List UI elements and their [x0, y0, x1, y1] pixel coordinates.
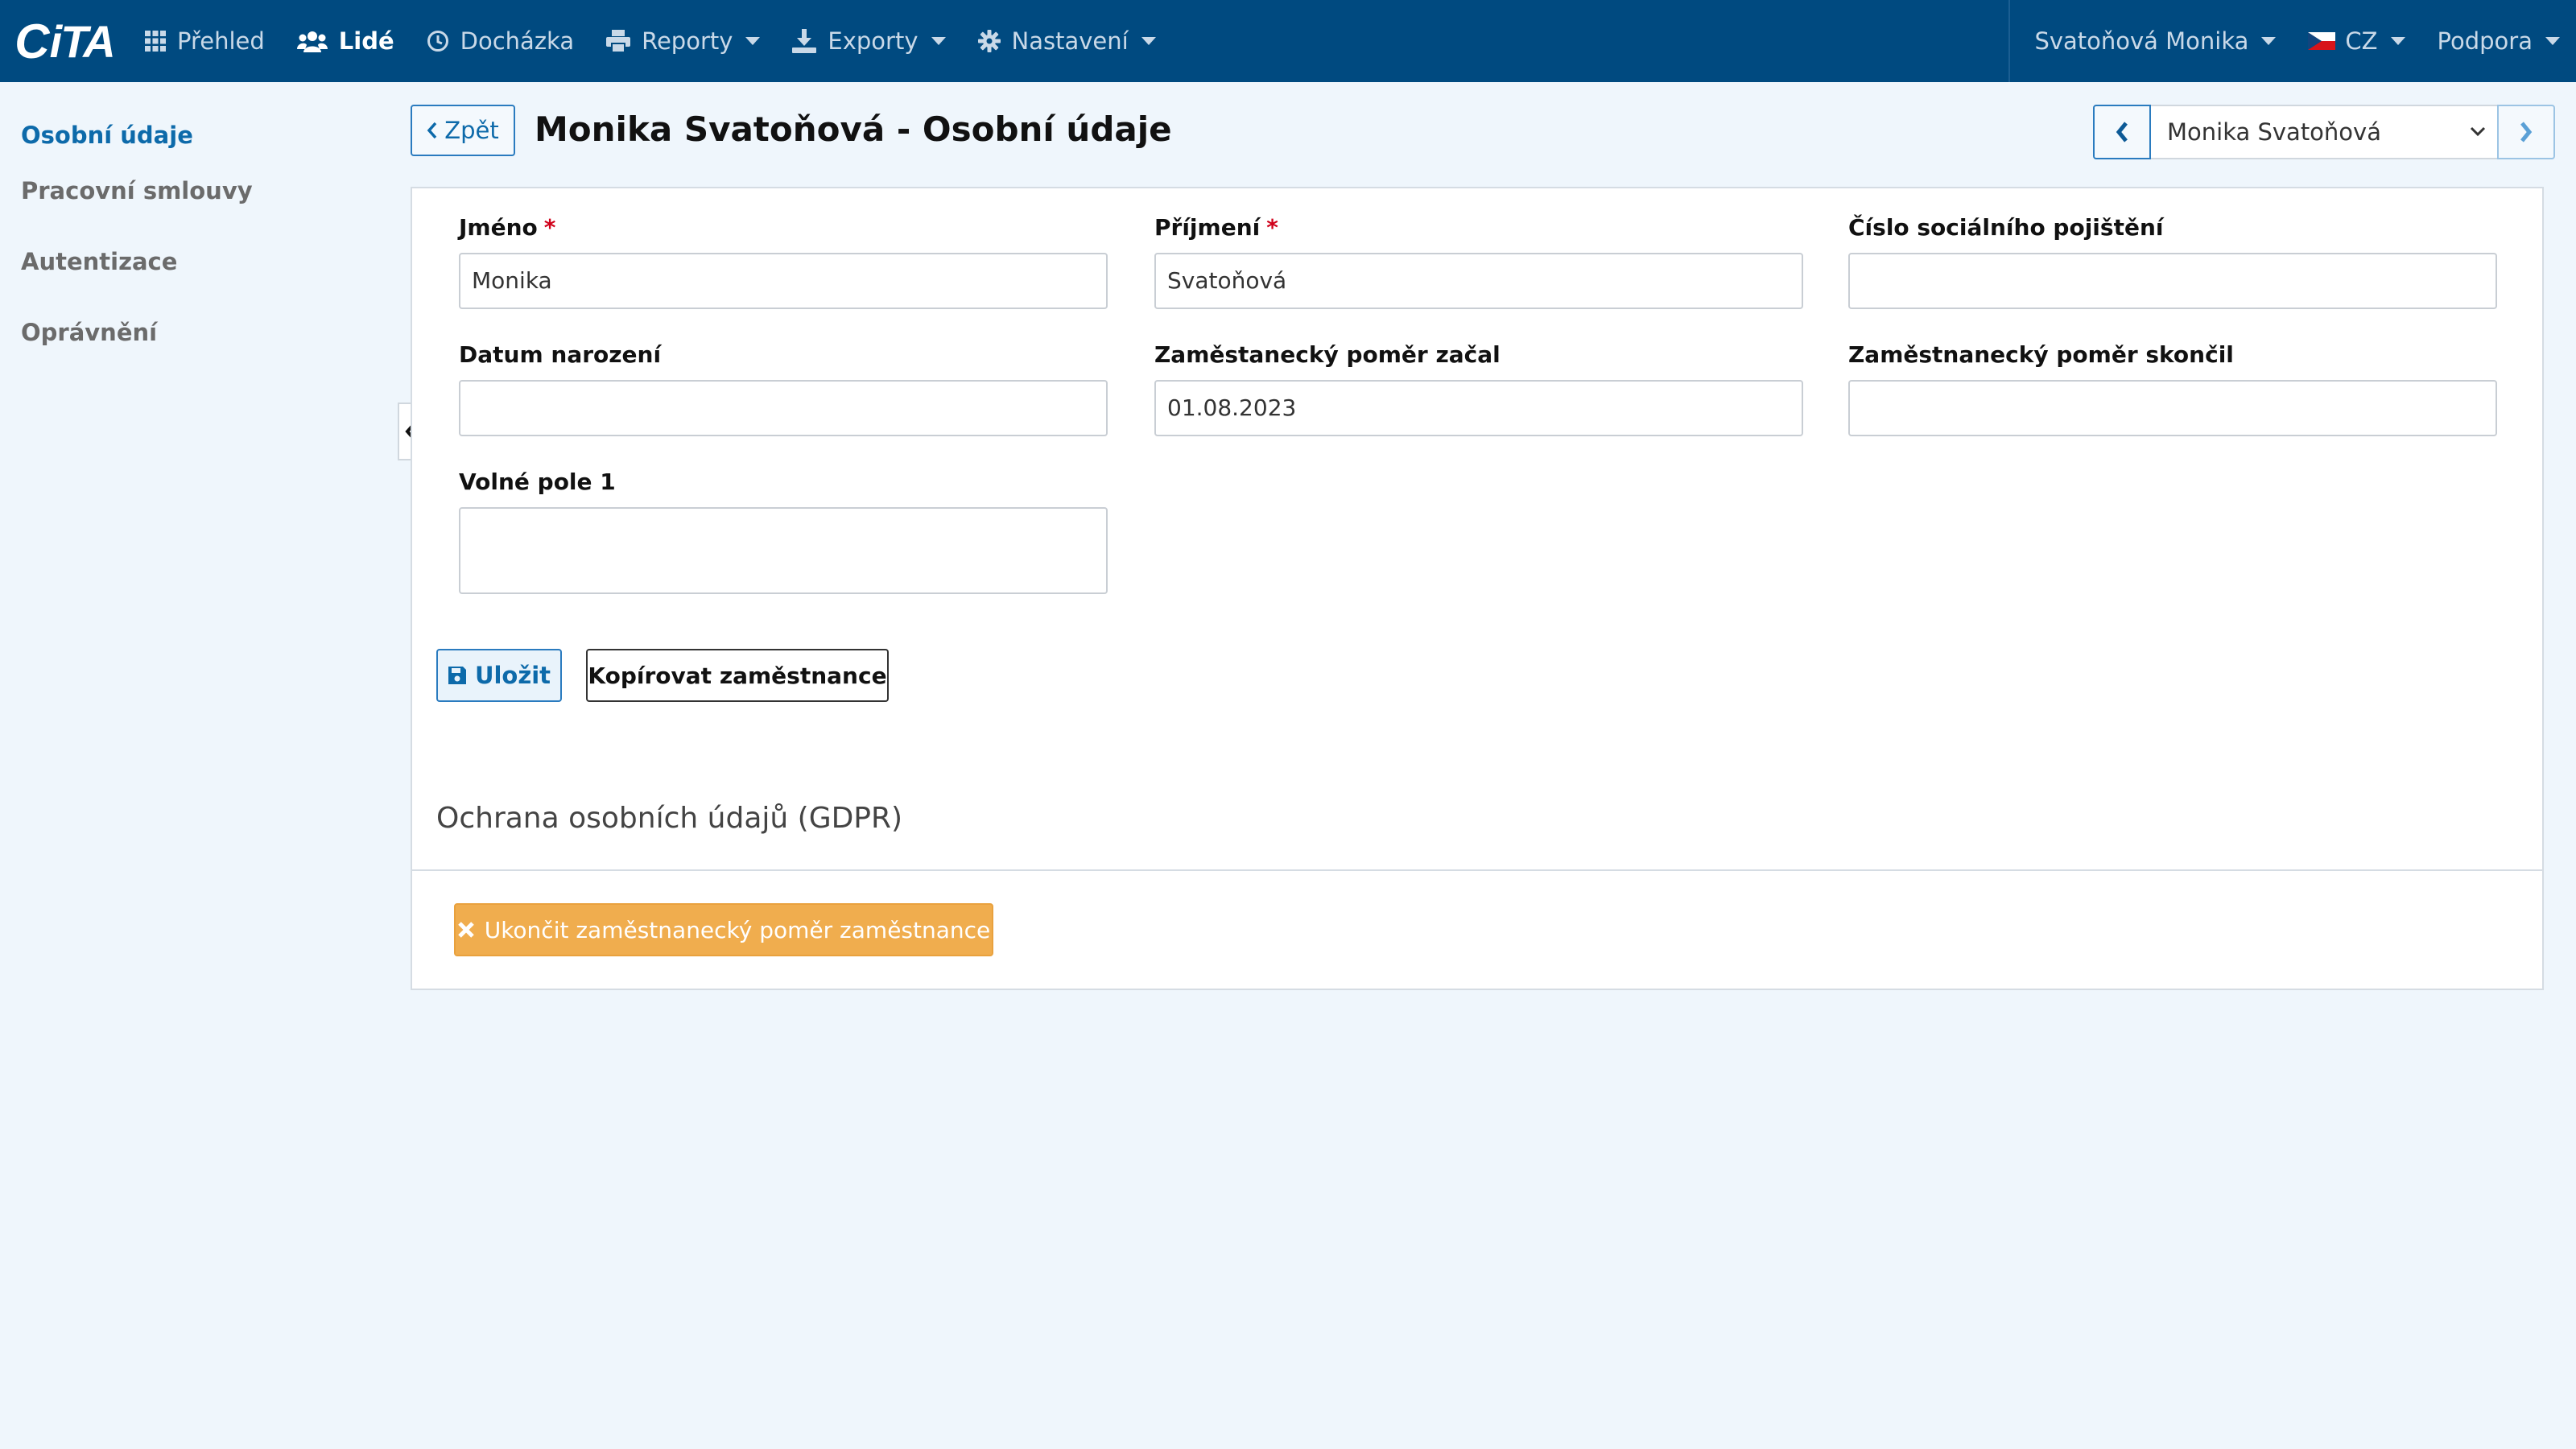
nav-label: Exporty — [828, 27, 919, 55]
sidebar-item-opravneni[interactable]: Oprávnění — [0, 312, 386, 383]
user-menu[interactable]: Svatoňová Monika — [2018, 0, 2292, 82]
terminate-label: Ukončit zaměstnanecký poměr zaměstnance — [484, 916, 991, 943]
chevron-down-icon — [2261, 37, 2277, 45]
chevron-down-icon — [2470, 126, 2486, 137]
download-icon — [792, 29, 817, 53]
employment-start-input[interactable]: 01.08.2023 — [1154, 380, 1803, 436]
chevron-down-icon — [931, 37, 946, 45]
sidebar-item-autentizace[interactable]: Autentizace — [0, 242, 386, 312]
nav-label: Docházka — [460, 27, 575, 55]
gdpr-section-title: Ochrana osobních údajů (GDPR) — [436, 802, 903, 835]
nav-item-nastaveni[interactable]: Nastavení — [962, 0, 1172, 82]
user-name: Svatoňová Monika — [2034, 27, 2249, 55]
next-employee-button[interactable] — [2497, 105, 2555, 159]
page-title: Monika Svatoňová - Osobní údaje — [535, 109, 1172, 149]
chevron-right-icon — [2520, 122, 2533, 142]
sidebar-item-pracovni-smlouvy[interactable]: Pracovní smlouvy — [0, 171, 386, 242]
required-mark: * — [1266, 214, 1278, 241]
nav-item-prehled[interactable]: Přehled — [129, 0, 281, 82]
free-field-1-label: Volné pole 1 — [459, 469, 616, 495]
clock-icon — [427, 30, 449, 52]
personal-data-card: Jméno * Monika Příjmení * Svatoňová Číslo … — [411, 187, 2544, 990]
top-navbar: CiTA Přehled Lidé Docházka Reporty Expor… — [0, 0, 2576, 82]
nav-item-exporty[interactable]: Exporty — [776, 0, 961, 82]
back-label: Zpět — [444, 117, 499, 144]
nav-item-lide[interactable]: Lidé — [281, 0, 411, 82]
chevron-down-icon — [1141, 37, 1156, 45]
nav-item-dochazka[interactable]: Docházka — [411, 0, 590, 82]
sidebar: Osobní údaje Pracovní smlouvy Autentizac… — [0, 82, 386, 383]
required-mark: * — [543, 214, 556, 241]
social-insurance-input[interactable] — [1848, 253, 2497, 309]
chevron-down-icon — [2390, 37, 2405, 45]
terminate-employment-button[interactable]: Ukončit zaměstnanecký poměr zaměstnance — [454, 903, 993, 956]
logo-text: iTA — [49, 15, 116, 67]
chevron-left-icon — [2116, 122, 2128, 142]
last-name-input[interactable]: Svatoňová — [1154, 253, 1803, 309]
employee-navigator: Monika Svatoňová — [2093, 105, 2555, 159]
first-name-input[interactable]: Monika — [459, 253, 1108, 309]
navbar-right: Svatoňová Monika CZ Podpora — [2008, 0, 2576, 82]
back-button[interactable]: Zpět — [411, 105, 515, 156]
nav-label: Lidé — [338, 27, 394, 55]
gear-icon — [977, 30, 1001, 52]
grid-icon — [145, 31, 166, 52]
logo-c-icon: C — [14, 14, 49, 68]
printer-icon — [606, 30, 631, 52]
close-icon — [457, 921, 475, 939]
last-name-label-text: Příjmení — [1154, 214, 1261, 241]
support-label: Podpora — [2437, 27, 2533, 55]
first-name-label-text: Jméno — [459, 214, 538, 241]
last-name-label: Příjmení * — [1154, 214, 1278, 241]
nav-item-reporty[interactable]: Reporty — [590, 0, 776, 82]
first-name-label: Jméno * — [459, 214, 555, 241]
employee-select[interactable]: Monika Svatoňová — [2151, 105, 2497, 159]
employment-start-label: Zaměstanecký poměr začal — [1154, 341, 1501, 368]
czech-flag-icon — [2308, 32, 2336, 50]
nav-label: Reporty — [642, 27, 733, 55]
chevron-down-icon — [745, 37, 761, 45]
language-label: CZ — [2345, 27, 2378, 55]
navbar-divider — [2008, 0, 2011, 82]
chevron-down-icon — [2545, 37, 2560, 45]
birth-date-label: Datum narození — [459, 341, 662, 368]
sidebar-item-osobni-udaje[interactable]: Osobní údaje — [0, 82, 386, 171]
social-insurance-label: Číslo sociálního pojištění — [1848, 214, 2164, 241]
language-menu[interactable]: CZ — [2292, 0, 2421, 82]
users-icon — [296, 30, 328, 52]
free-field-1-textarea[interactable] — [459, 507, 1108, 594]
nav-label: Přehled — [177, 27, 265, 55]
save-button[interactable]: Uložit — [436, 649, 562, 702]
floppy-disk-icon — [448, 666, 467, 685]
employee-select-value: Monika Svatoňová — [2167, 118, 2381, 146]
birth-date-input[interactable] — [459, 380, 1108, 436]
support-menu[interactable]: Podpora — [2421, 0, 2576, 82]
nav-label: Nastavení — [1011, 27, 1129, 55]
employment-end-label: Zaměstnanecký poměr skončil — [1848, 341, 2234, 368]
section-divider — [412, 869, 2542, 871]
chevron-left-icon — [427, 122, 438, 139]
copy-employee-button[interactable]: Kopírovat zaměstnance — [586, 649, 889, 702]
previous-employee-button[interactable] — [2093, 105, 2151, 159]
employment-end-input[interactable] — [1848, 380, 2497, 436]
app-logo[interactable]: CiTA — [0, 0, 129, 82]
save-label: Uložit — [474, 662, 551, 689]
